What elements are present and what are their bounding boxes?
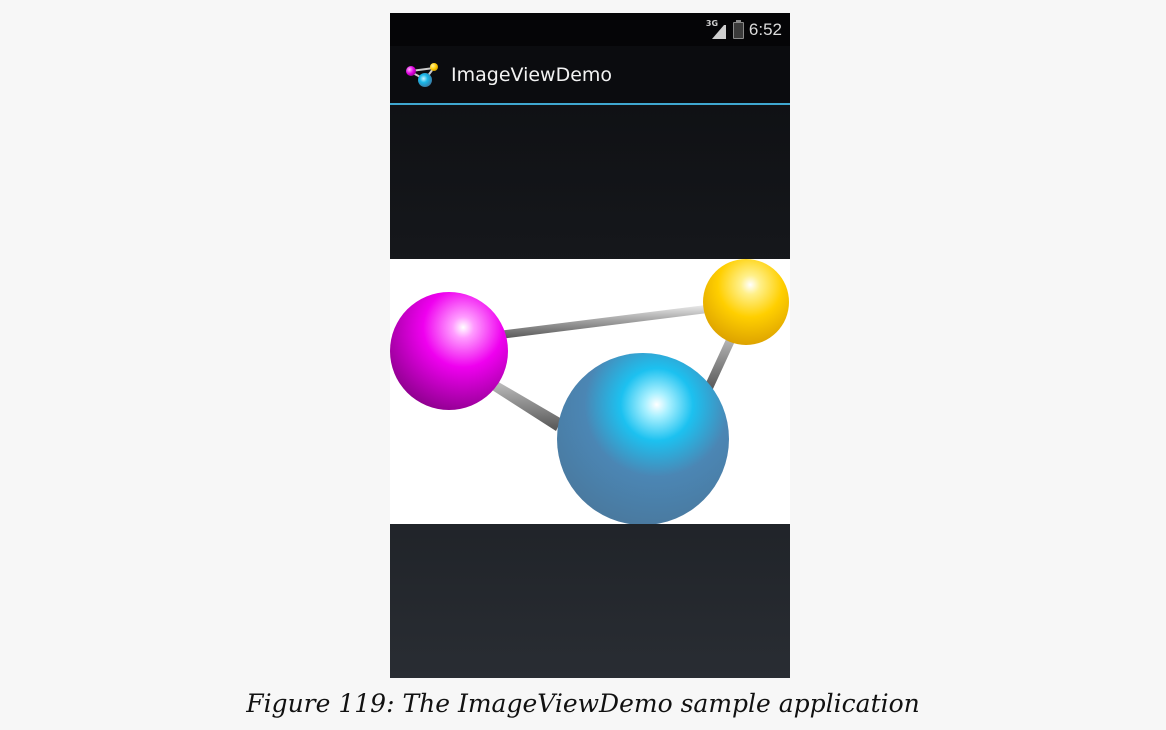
clock: 6:52 bbox=[748, 20, 782, 39]
status-icons: 3G 6:52 bbox=[706, 19, 782, 41]
battery-icon bbox=[732, 19, 744, 39]
action-bar: ImageViewDemo bbox=[390, 46, 790, 105]
molecule-icon[interactable] bbox=[404, 61, 440, 89]
app-title: ImageViewDemo bbox=[451, 64, 613, 86]
blue-sphere bbox=[557, 353, 729, 524]
status-bar: 3G 6:52 bbox=[390, 13, 790, 46]
molecule-illustration bbox=[390, 259, 789, 524]
yellow-sphere bbox=[703, 259, 789, 345]
magenta-sphere bbox=[390, 292, 508, 410]
figure-caption: Figure 119: The ImageViewDemo sample app… bbox=[246, 689, 920, 718]
phone-screen: 3G 6:52 ImageViewDemo bbox=[390, 13, 790, 678]
signal-icon: 3G bbox=[706, 19, 728, 39]
molecule-image bbox=[390, 259, 790, 524]
